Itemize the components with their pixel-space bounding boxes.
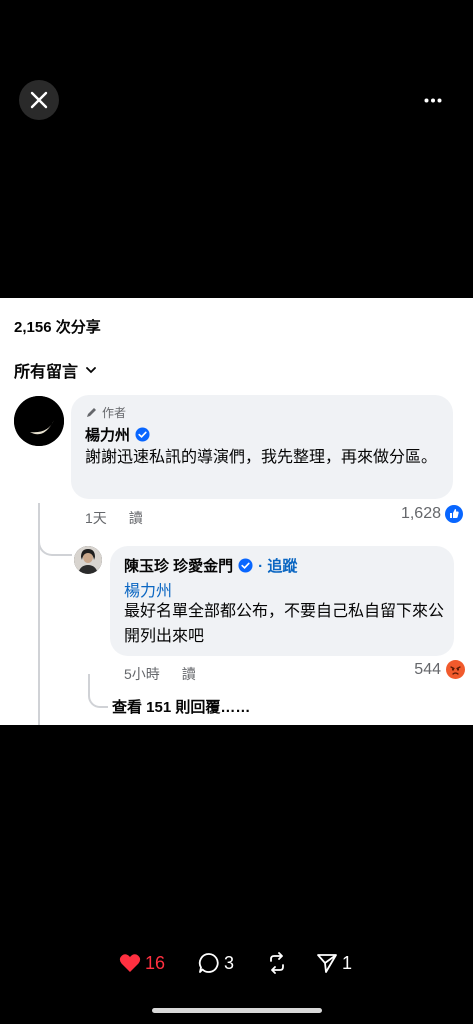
- author-badge: 作者: [85, 404, 126, 421]
- avatar[interactable]: [74, 546, 102, 574]
- comment-time: 1天: [85, 510, 107, 526]
- comment-likes-count: 1,628: [400, 505, 441, 522]
- comment-count: 3: [224, 952, 235, 973]
- send-icon: [317, 954, 337, 973]
- commenter-name-label: 楊力州: [85, 427, 131, 444]
- commenter-name[interactable]: 楊力州: [85, 424, 150, 445]
- like-count: 16: [145, 952, 166, 973]
- chevron-down-icon: [86, 366, 96, 373]
- person-avatar-image: [74, 546, 102, 574]
- home-indicator[interactable]: [152, 1008, 322, 1013]
- replier-name[interactable]: 陳玉珍 珍愛金門 · 追蹤: [124, 555, 297, 576]
- comment-icon: [198, 953, 219, 973]
- close-button[interactable]: [19, 80, 59, 120]
- reply-bubble: 陳玉珍 珍愛金門 · 追蹤 楊力州 最好名單全部都公布，不要自己私自留下來公開列…: [110, 546, 454, 656]
- comment-meta: 1天 讀: [85, 508, 143, 528]
- more-options-button[interactable]: [421, 90, 445, 110]
- moon-avatar-image: [14, 396, 64, 446]
- reply-time: 5小時: [124, 666, 160, 682]
- mention-link[interactable]: 楊力州: [124, 577, 172, 601]
- reply-reactions-count: 544: [414, 660, 441, 678]
- close-icon: [30, 91, 48, 109]
- reply-button[interactable]: 讀: [129, 508, 143, 528]
- share-count: 1: [342, 952, 353, 973]
- comment-button[interactable]: 3: [198, 952, 234, 974]
- heart-icon: [119, 954, 141, 972]
- more-icon: [424, 98, 442, 102]
- like-reaction-icon: [445, 505, 463, 523]
- reply-reactions[interactable]: 544: [414, 660, 465, 679]
- avatar[interactable]: [14, 396, 64, 446]
- comment-likes[interactable]: 1,628: [401, 505, 463, 523]
- comment-text: 謝謝迅速私訊的導演們，我先整理，再來做分區。: [85, 449, 438, 466]
- thread-connector: [38, 524, 72, 556]
- repost-button[interactable]: [266, 952, 288, 974]
- post-actions-bar: 16 3 1: [0, 948, 473, 978]
- author-tag-label: 作者: [102, 406, 127, 420]
- reply-button[interactable]: 讀: [182, 664, 196, 684]
- shares-count: 2,156 次分享: [14, 319, 101, 336]
- verified-icon: [135, 427, 150, 442]
- pen-icon: [87, 408, 96, 417]
- angry-reaction-icon: [446, 660, 465, 679]
- filter-label: 所有留言: [14, 364, 79, 381]
- repost-icon: [270, 952, 284, 974]
- follow-button[interactable]: · 追蹤: [258, 555, 297, 576]
- replies-connector: [88, 674, 108, 708]
- reply-text: 最好名單全部都公布，不要自己私自留下來公開列出來吧: [124, 603, 445, 645]
- view-more-replies-link[interactable]: 查看 151 則回覆……: [112, 696, 250, 717]
- share-button[interactable]: 1: [316, 952, 352, 974]
- comment-filter-dropdown[interactable]: 所有留言: [14, 358, 96, 382]
- like-button[interactable]: 16: [119, 953, 165, 974]
- reply-meta: 5小時 讀: [124, 664, 196, 684]
- replier-name-label: 陳玉珍 珍愛金門: [124, 558, 234, 575]
- verified-icon: [238, 558, 253, 573]
- comment-bubble: 作者 楊力州 謝謝迅速私訊的導演們，我先整理，再來做分區。: [71, 395, 453, 499]
- comments-panel: 2,156 次分享 所有留言 作者 楊力州 謝謝迅速私訊的導演們，我先整理，再來…: [0, 298, 473, 725]
